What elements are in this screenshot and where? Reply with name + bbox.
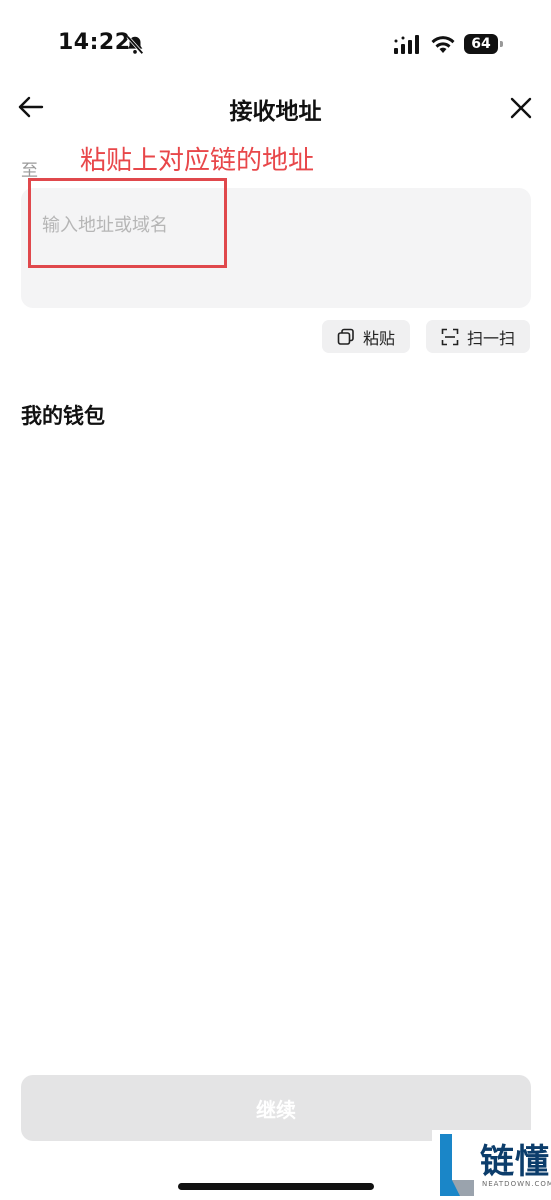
watermark-logo-icon xyxy=(440,1134,474,1196)
watermark-site: NEATDOWN.COM xyxy=(482,1180,551,1188)
scan-button-label: 扫一扫 xyxy=(466,328,515,348)
paste-button[interactable]: 粘贴 xyxy=(322,320,410,353)
annotation-text: 粘贴上对应链的地址 xyxy=(80,146,315,176)
my-wallets-heading: 我的钱包 xyxy=(21,404,105,428)
watermark: 链懂 NEATDOWN.COM xyxy=(432,1130,551,1200)
status-time: 14:22 xyxy=(58,30,131,55)
bell-muted-icon xyxy=(126,35,144,55)
home-indicator[interactable] xyxy=(178,1183,374,1190)
watermark-brand: 链懂 xyxy=(480,1142,550,1182)
paste-button-label: 粘贴 xyxy=(362,328,395,348)
wifi-icon xyxy=(431,36,455,53)
close-icon[interactable] xyxy=(506,93,536,123)
cellular-signal-icon xyxy=(394,35,419,54)
scan-icon xyxy=(441,328,459,345)
page-title: 接收地址 xyxy=(229,99,322,125)
battery-icon: 64 xyxy=(464,34,504,54)
annotation-highlight-box xyxy=(28,178,227,268)
scan-button[interactable]: 扫一扫 xyxy=(426,320,530,353)
copy-icon xyxy=(337,328,354,345)
battery-level: 64 xyxy=(464,34,498,54)
status-bar: 14:22 64 xyxy=(0,0,551,90)
